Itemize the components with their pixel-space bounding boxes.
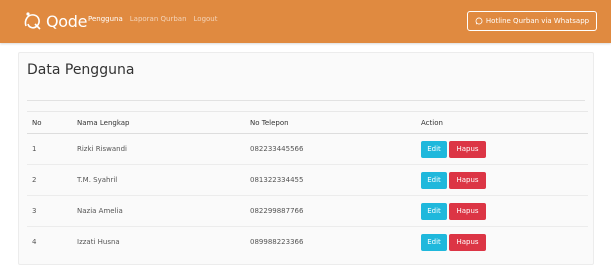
- whatsapp-button-label: Hotline Qurban via Whatsapp: [485, 17, 590, 25]
- divider: [27, 100, 585, 101]
- cell-name: Nazia Amelia: [72, 195, 245, 227]
- page-title: Data Pengguna: [27, 62, 135, 78]
- cell-phone: 082233445566: [245, 133, 416, 165]
- users-table: No Nama Lengkap No Telepon Action 1 Rizk…: [27, 111, 588, 257]
- edit-button[interactable]: Edit: [421, 171, 447, 189]
- table-row: 2 T.M. Syahril 081322334455 Edit Hapus: [27, 164, 588, 196]
- brand-logo[interactable]: Qode: [22, 8, 87, 34]
- cell-phone: 089988223366: [245, 226, 416, 257]
- cell-no: 4: [27, 226, 72, 257]
- cell-no: 3: [27, 195, 72, 227]
- table-row: 1 Rizki Riswandi 082233445566 Edit Hapus: [27, 133, 588, 165]
- delete-button[interactable]: Hapus: [449, 140, 486, 158]
- table-row: 4 Izzati Husna 089988223366 Edit Hapus: [27, 226, 588, 257]
- cell-actions: Edit Hapus: [416, 133, 588, 165]
- users-card: Data Pengguna No Nama Lengkap No Telepon…: [18, 52, 594, 265]
- table-header-row: No Nama Lengkap No Telepon Action: [27, 111, 588, 134]
- edit-button[interactable]: Edit: [421, 233, 447, 251]
- delete-button[interactable]: Hapus: [449, 202, 486, 220]
- nav-link-laporan-qurban[interactable]: Laporan Qurban: [130, 15, 187, 23]
- edit-button[interactable]: Edit: [421, 140, 447, 158]
- edit-button[interactable]: Edit: [421, 202, 447, 220]
- cell-name: T.M. Syahril: [72, 164, 245, 196]
- cell-actions: Edit Hapus: [416, 226, 588, 257]
- cell-no: 2: [27, 164, 72, 196]
- delete-button[interactable]: Hapus: [449, 171, 486, 189]
- qode-logo-icon: [24, 12, 41, 30]
- nav-links: Pengguna Laporan Qurban Logout: [88, 15, 217, 23]
- nav-link-logout[interactable]: Logout: [194, 15, 218, 23]
- whatsapp-icon: [475, 17, 483, 25]
- header-nama-lengkap: Nama Lengkap: [72, 111, 245, 134]
- cell-phone: 082299887766: [245, 195, 416, 227]
- header-no-telepon: No Telepon: [245, 111, 416, 134]
- brand-name: Qode: [46, 11, 88, 31]
- cell-name: Rizki Riswandi: [72, 133, 245, 165]
- cell-actions: Edit Hapus: [416, 195, 588, 227]
- cell-name: Izzati Husna: [72, 226, 245, 257]
- whatsapp-hotline-button[interactable]: Hotline Qurban via Whatsapp: [467, 11, 597, 31]
- header-action: Action: [416, 111, 588, 134]
- header-no: No: [27, 111, 72, 134]
- delete-button[interactable]: Hapus: [449, 233, 486, 251]
- cell-no: 1: [27, 133, 72, 165]
- cell-phone: 081322334455: [245, 164, 416, 196]
- table-row: 3 Nazia Amelia 082299887766 Edit Hapus: [27, 195, 588, 227]
- cell-actions: Edit Hapus: [416, 164, 588, 196]
- nav-link-pengguna[interactable]: Pengguna: [88, 15, 123, 23]
- top-navbar: Qode Pengguna Laporan Qurban Logout Hotl…: [0, 0, 611, 43]
